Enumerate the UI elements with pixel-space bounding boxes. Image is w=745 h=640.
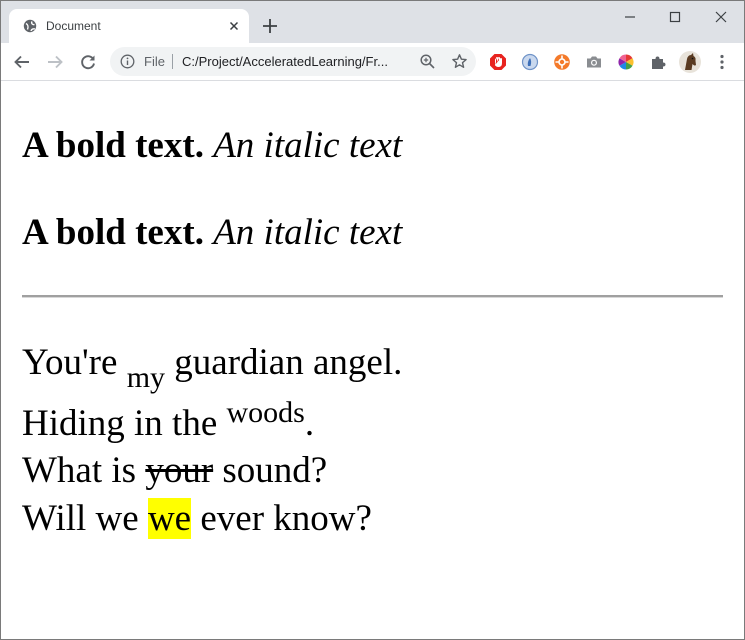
heading-separator: . [194, 125, 214, 166]
subscript-text: my [126, 361, 166, 394]
maximize-icon[interactable] [665, 7, 685, 27]
strikethrough-text: your [145, 450, 214, 491]
globe-icon [23, 19, 37, 33]
bookmark-star-icon[interactable] [451, 53, 468, 70]
close-icon[interactable] [226, 18, 242, 34]
puzzle-icon[interactable] [649, 53, 667, 71]
extension-orange-icon[interactable] [553, 53, 571, 71]
address-bar[interactable]: File C:/Project/AcceleratedLearning/Fr..… [110, 47, 476, 76]
heading-1: A bold text. An italic text [22, 125, 402, 167]
info-icon[interactable] [120, 54, 135, 69]
browser-toolbar: File C:/Project/AcceleratedLearning/Fr..… [1, 43, 744, 81]
poem-line-2: Hiding in the woods. [22, 396, 315, 446]
poem-line-1: You're my guardian angel. [22, 342, 403, 395]
bold-text: A bold text [22, 125, 195, 166]
page-content: A bold text. An italic text A bold text.… [1, 81, 744, 639]
avatar[interactable] [679, 51, 701, 73]
text-run: You're [22, 342, 127, 383]
text-run: guardian angel. [165, 342, 403, 383]
minimize-icon[interactable] [620, 7, 640, 27]
italic-text: An italic text [213, 212, 403, 253]
forward-arrow-icon[interactable] [46, 53, 64, 71]
highlighted-text: we [147, 498, 192, 539]
tab-title: Document [46, 19, 101, 33]
divider [172, 54, 173, 69]
horizontal-rule [22, 295, 723, 298]
superscript-text: woods [226, 396, 305, 429]
back-arrow-icon[interactable] [13, 53, 31, 71]
new-tab-plus-icon[interactable] [261, 17, 279, 35]
adblock-icon[interactable] [489, 53, 507, 71]
text-run: Hiding in the [22, 403, 227, 444]
reload-icon[interactable] [79, 53, 97, 71]
text-run: ever know? [191, 498, 372, 539]
heading-2: A bold text. An italic text [22, 212, 402, 254]
text-run: What is [22, 450, 146, 491]
color-wheel-icon[interactable] [617, 53, 635, 71]
kebab-menu-icon[interactable] [713, 53, 731, 71]
text-run: . [304, 403, 315, 444]
poem-line-3: What is your sound? [22, 451, 327, 491]
italic-text: An italic text [213, 125, 403, 166]
bold-text: A bold text [22, 212, 195, 253]
scheme-label: File [144, 54, 165, 69]
zoom-icon[interactable] [419, 53, 436, 70]
window-close-icon[interactable] [711, 7, 731, 27]
text-run: Will we [22, 498, 148, 539]
tab-strip: Document [1, 1, 744, 43]
extension-blue-icon[interactable] [521, 53, 539, 71]
camera-icon[interactable] [585, 53, 603, 71]
poem-line-4: Will we we ever know? [22, 498, 372, 539]
tab-document[interactable]: Document [9, 9, 249, 43]
url-text[interactable]: C:/Project/AcceleratedLearning/Fr... [182, 55, 388, 69]
browser-window: Document File C:/Project/AcceleratedLear… [0, 0, 745, 640]
text-run: sound? [213, 450, 328, 491]
heading-separator: . [194, 212, 214, 253]
